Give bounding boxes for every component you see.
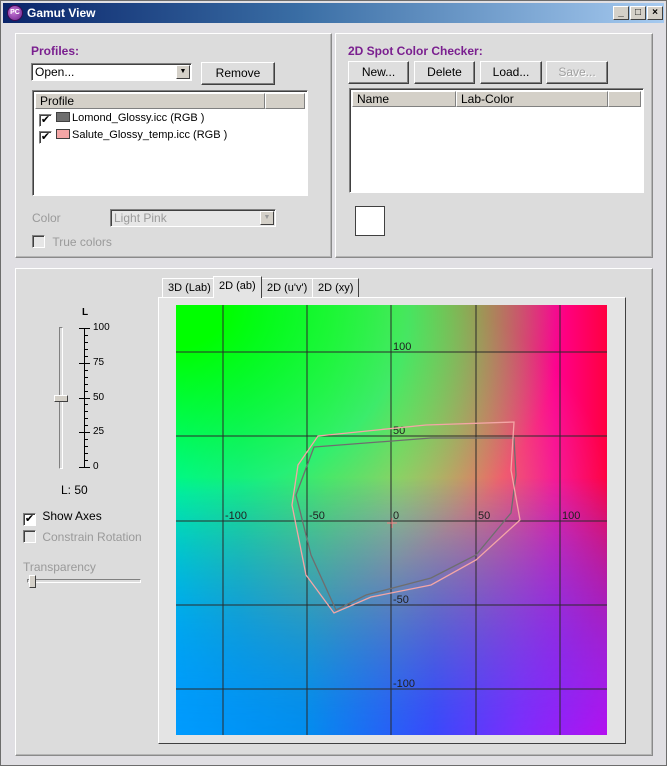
- app-icon: PC: [7, 5, 23, 21]
- open-profile-combo-value: Open...: [35, 65, 75, 79]
- l-ruler-tick-label: 0: [93, 461, 99, 472]
- b-tick-minus-50: -50: [393, 594, 409, 606]
- profile-label-salute: Salute_Glossy_temp.icc (RGB ): [72, 129, 228, 141]
- true-colors-option[interactable]: True colors: [32, 235, 112, 249]
- spot-checker-heading: 2D Spot Color Checker:: [348, 44, 483, 58]
- l-ruler-minor-tick: [84, 383, 88, 385]
- l-ruler-tick-label: 50: [93, 391, 105, 403]
- ab-plot-svg: -100 -50 0 50 100 100 50 -50 -100: [176, 305, 607, 735]
- gamut-outline-lomond: [295, 437, 517, 611]
- profiles-panel: Profiles: Open... ▼ Remove Profile ✔ Lomo…: [15, 33, 332, 258]
- a-tick-50: 50: [478, 510, 490, 522]
- transparency-label: Transparency: [23, 560, 96, 574]
- true-colors-label: True colors: [52, 235, 112, 249]
- profile-row-salute[interactable]: ✔ Salute_Glossy_temp.icc (RGB ): [39, 127, 228, 144]
- l-ruler-minor-tick: [84, 404, 88, 406]
- extra-column-header[interactable]: [608, 91, 641, 107]
- spot-color-list[interactable]: Name Lab-Color: [349, 88, 644, 193]
- l-axis-label: L: [82, 307, 89, 318]
- salute-swatch: [56, 129, 70, 139]
- open-profile-combo[interactable]: Open... ▼: [31, 63, 192, 81]
- l-ruler-tick-label: 100: [93, 322, 110, 333]
- l-ruler-minor-tick: [84, 418, 88, 420]
- window-title: Gamut View: [27, 6, 96, 20]
- show-axes-option[interactable]: ✔ Show Axes: [23, 509, 102, 526]
- l-ruler-tick-label: 75: [93, 356, 105, 368]
- maximize-button[interactable]: □: [630, 6, 646, 20]
- constrain-rotation-checkbox[interactable]: [23, 530, 36, 543]
- l-ruler-minor-tick: [84, 411, 88, 413]
- color-combo-value: Light Pink: [114, 211, 167, 225]
- transparency-slider[interactable]: [27, 579, 141, 583]
- profiles-heading: Profiles:: [31, 44, 80, 58]
- b-tick-minus-100: -100: [393, 678, 415, 690]
- show-axes-checkbox[interactable]: ✔: [23, 513, 36, 526]
- remove-button[interactable]: Remove: [201, 62, 275, 85]
- l-ruler-minor-tick: [84, 446, 88, 448]
- lab-color-column-header[interactable]: Lab-Color: [456, 91, 608, 107]
- color-label: Color: [32, 211, 61, 225]
- profile-column-header[interactable]: Profile: [35, 93, 265, 109]
- color-combo[interactable]: Light Pink ▼: [110, 209, 276, 227]
- constrain-rotation-label: Constrain Rotation: [42, 530, 142, 544]
- l-ruler-minor-tick: [84, 348, 88, 350]
- l-ruler-tick: [79, 397, 90, 399]
- l-ruler-minor-tick: [84, 439, 88, 441]
- true-colors-checkbox[interactable]: [32, 235, 45, 248]
- l-ruler-tick: [79, 432, 90, 434]
- title-bar[interactable]: PC Gamut View _ □ ×: [3, 3, 664, 23]
- constrain-rotation-option[interactable]: Constrain Rotation: [23, 530, 142, 544]
- show-axes-label: Show Axes: [42, 509, 102, 523]
- lomond-swatch: [56, 112, 70, 122]
- profile-label-lomond: Lomond_Glossy.icc (RGB ): [72, 112, 205, 124]
- profile-list[interactable]: Profile ✔ Lomond_Glossy.icc (RGB ) ✔ Salut…: [32, 90, 308, 196]
- tab-2d-xy[interactable]: 2D (xy): [312, 278, 360, 298]
- minimize-button[interactable]: _: [613, 6, 629, 20]
- extra-column-header[interactable]: [265, 93, 305, 109]
- profile-checkbox-lomond[interactable]: ✔: [39, 114, 52, 127]
- l-ruler-minor-tick: [84, 425, 88, 427]
- l-ruler-minor-tick: [84, 355, 88, 357]
- chevron-down-icon[interactable]: ▼: [260, 211, 274, 225]
- tab-2d-ab[interactable]: 2D (ab): [213, 276, 262, 298]
- b-tick-100: 100: [393, 341, 411, 353]
- a-tick-100: 100: [562, 510, 580, 522]
- l-ruler-minor-tick: [84, 369, 88, 371]
- ab-gamut-plot[interactable]: -100 -50 0 50 100 100 50 -50 -100: [176, 305, 607, 735]
- l-ruler-tick-label: 25: [93, 426, 105, 438]
- tab-3d-lab[interactable]: 3D (Lab): [162, 278, 217, 298]
- l-ruler-tick: [79, 467, 90, 468]
- new-spot-button[interactable]: New...: [348, 61, 409, 84]
- transparency-thumb[interactable]: [29, 575, 36, 588]
- profile-checkbox-salute[interactable]: ✔: [39, 131, 52, 144]
- gamut-view-window: PC Gamut View _ □ × Profiles: Open... ▼ …: [0, 0, 667, 766]
- delete-spot-button[interactable]: Delete: [414, 61, 475, 84]
- l-ruler-tick: [79, 362, 90, 364]
- name-column-header[interactable]: Name: [352, 91, 456, 107]
- a-tick-minus-50: -50: [309, 510, 325, 522]
- chevron-down-icon[interactable]: ▼: [176, 65, 190, 79]
- close-button[interactable]: ×: [647, 6, 663, 20]
- profile-row-lomond[interactable]: ✔ Lomond_Glossy.icc (RGB ): [39, 110, 205, 127]
- l-ruler-minor-tick: [84, 390, 88, 392]
- lightness-value: L: 50: [61, 483, 88, 497]
- spot-checker-panel: 2D Spot Color Checker: New... Delete Loa…: [335, 33, 653, 258]
- tab-2d-uv[interactable]: 2D (u'v'): [261, 278, 314, 298]
- load-spot-button[interactable]: Load...: [480, 61, 542, 84]
- lightness-slider[interactable]: L 100 75 50 25 0: [51, 307, 121, 474]
- save-spot-button[interactable]: Save...: [546, 61, 608, 84]
- lightness-thumb[interactable]: [54, 394, 68, 402]
- l-ruler-minor-tick: [84, 460, 88, 462]
- a-tick-0: 0: [393, 510, 399, 522]
- l-ruler-tick: [79, 328, 90, 329]
- l-ruler-minor-tick: [84, 453, 88, 455]
- l-ruler-minor-tick: [84, 341, 88, 343]
- l-ruler-minor-tick: [84, 334, 88, 336]
- l-ruler-minor-tick: [84, 376, 88, 378]
- a-tick-minus-100: -100: [225, 510, 247, 522]
- spot-color-preview: [355, 206, 385, 236]
